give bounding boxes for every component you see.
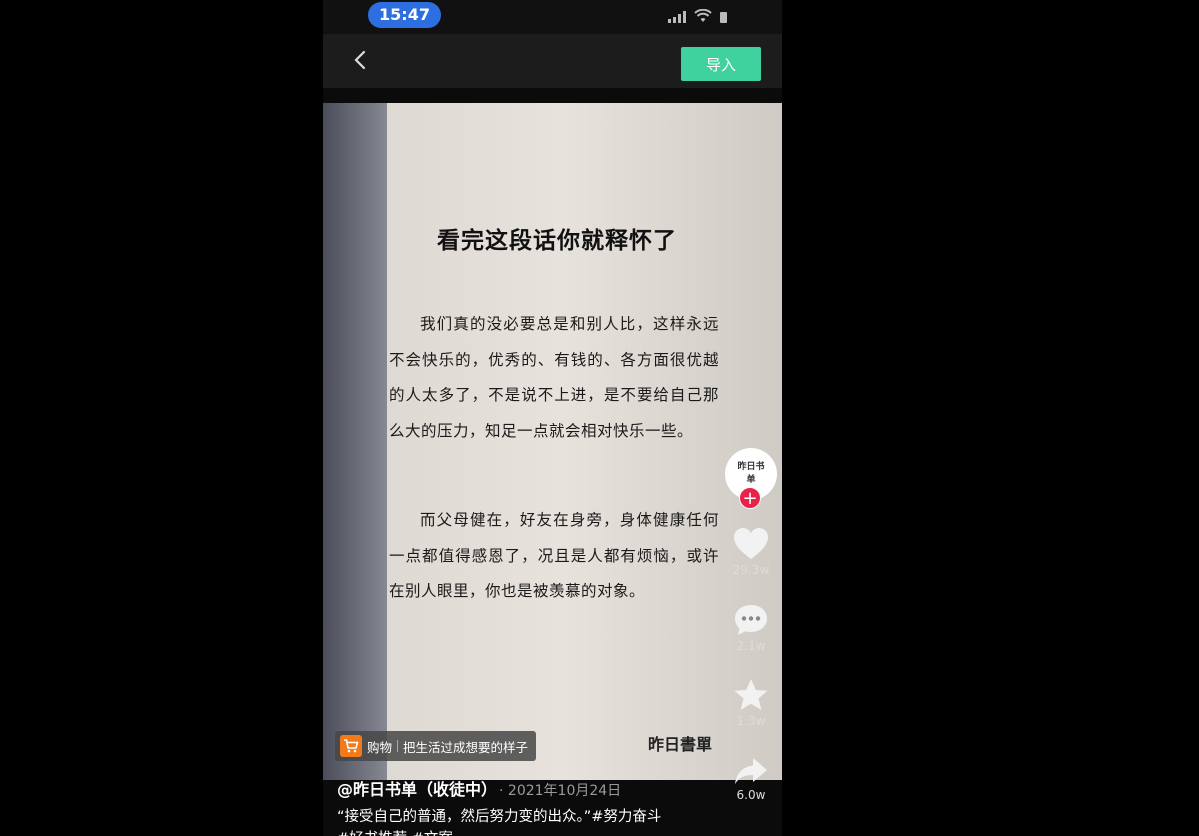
- share-button[interactable]: 6.0w: [723, 756, 779, 802]
- like-button[interactable]: 29.3w: [723, 527, 779, 577]
- wifi-icon: [694, 9, 712, 22]
- book-page-edge: [323, 103, 387, 780]
- favorite-count: 1.3w: [736, 714, 766, 728]
- like-count: 29.3w: [732, 563, 770, 577]
- post-date: · 2021年10月24日: [499, 783, 622, 799]
- shopping-tag-text: 把生活过成想要的样子: [403, 739, 529, 755]
- author-line: @昨日书单（收徒中） · 2021年10月24日: [337, 776, 621, 800]
- nav-bar: 导入: [323, 34, 782, 88]
- favorite-button[interactable]: 1.3w: [723, 678, 779, 728]
- video-player[interactable]: 看完这段话你就释怀了 我们真的没必要总是和别人比，这样永远不会快乐的，优秀的、有…: [323, 103, 782, 780]
- heart-icon: [734, 528, 768, 559]
- comment-count: 2.1w: [736, 639, 766, 653]
- author-avatar-text: 昨日书单: [737, 462, 765, 485]
- phone-screen: 15:47 导入 看完这段话你就释怀了 我们真的没必要总是和别人比，这样永远不会…: [323, 0, 782, 836]
- star-icon: [734, 679, 768, 710]
- share-arrow-icon: [735, 758, 767, 784]
- shopping-tag[interactable]: 购物 把生活过成想要的样子: [335, 731, 537, 761]
- post-caption[interactable]: “接受自己的普通，然后努力变的出众。”#努力奋斗 #好书推荐 #文案: [337, 806, 677, 836]
- shopping-tag-divider: [397, 740, 399, 752]
- comment-icon: [735, 605, 767, 635]
- book-paragraph: 而父母健在，好友在身旁，身体健康任何一点都值得感恩了，况且是人都有烦恼，或许在别…: [389, 511, 719, 600]
- back-chevron-icon[interactable]: [349, 48, 373, 72]
- status-time: 15:47: [368, 2, 441, 28]
- comment-button[interactable]: 2.1w: [723, 603, 779, 653]
- follow-plus-icon[interactable]: +: [739, 487, 761, 509]
- shopping-cart-icon: [340, 735, 362, 757]
- status-bar: 15:47: [323, 0, 782, 34]
- battery-icon: [720, 12, 727, 23]
- status-icons: [668, 9, 727, 23]
- shopping-tag-label: 购物: [367, 739, 393, 755]
- book-title: 看完这段话你就释怀了: [437, 227, 677, 254]
- signal-icon: [668, 11, 686, 23]
- book-paragraph: 我们真的没必要总是和别人比，这样永远不会快乐的，优秀的、有钱的、各方面很优越的人…: [389, 315, 719, 440]
- share-count: 6.0w: [736, 788, 766, 802]
- import-button[interactable]: 导入: [681, 47, 761, 81]
- book-signature: 昨日書單: [648, 735, 713, 754]
- author-name[interactable]: @昨日书单（收徒中）: [337, 780, 489, 799]
